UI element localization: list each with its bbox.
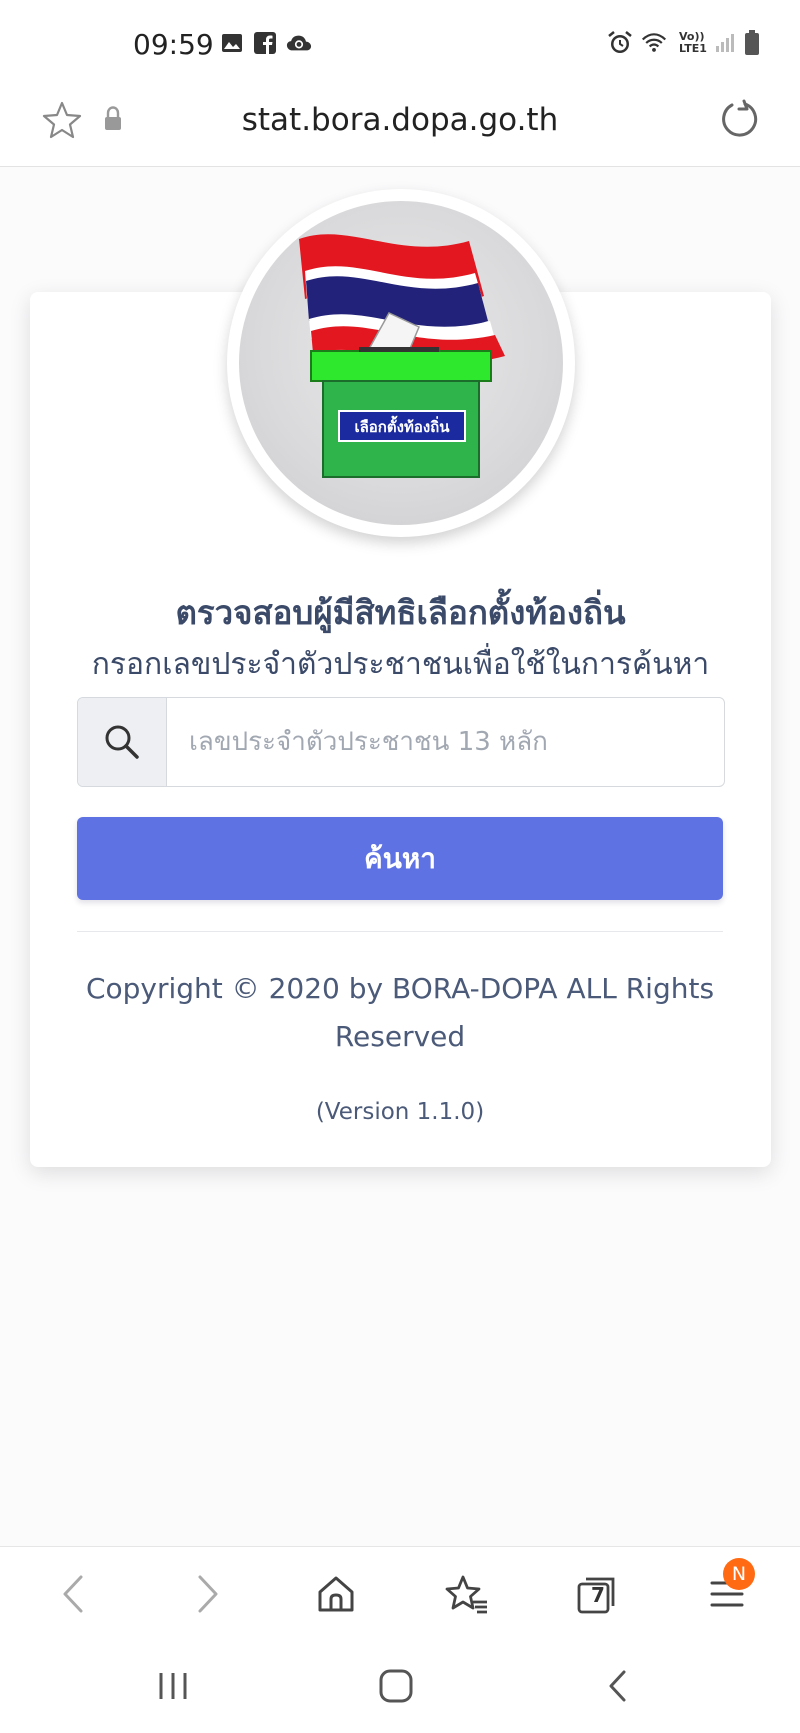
page-title: ตรวจสอบผู้มีสิทธิเลือกตั้งท้องถิ่น	[175, 593, 626, 632]
divider	[77, 931, 723, 932]
copyright-text: Copyright © 2020 by BORA-DOPA ALL Rights…	[77, 965, 723, 1061]
search-button[interactable]: ค้นหา	[77, 817, 723, 900]
browser-bottom-bar	[0, 1546, 800, 1642]
version-text: (Version 1.1.0)	[315, 1099, 485, 1125]
back-icon[interactable]	[48, 1568, 100, 1620]
thai-flag-ballot-illustration: เลือกตั้งท้องถิ่น	[299, 234, 505, 478]
tab-count: 7	[591, 1583, 605, 1607]
lte-label: LTE1	[679, 42, 707, 55]
image-icon	[219, 30, 245, 56]
copyright-line-2: Reserved	[334, 1020, 466, 1053]
menu-badge: N	[723, 1558, 755, 1590]
alarm-icon	[607, 30, 633, 56]
election-logo: เลือกตั้งท้องถิ่น	[239, 201, 563, 525]
system-back-icon[interactable]	[606, 1669, 630, 1707]
copyright-line-1: Copyright © 2020 by BORA-DOPA ALL Rights	[85, 972, 715, 1005]
signal-icon	[712, 30, 738, 56]
reload-icon[interactable]	[718, 98, 760, 144]
url-text[interactable]: stat.bora.dopa.go.th	[0, 102, 800, 138]
recents-icon[interactable]	[156, 1671, 190, 1705]
home-icon[interactable]	[310, 1568, 362, 1620]
bookmarks-icon[interactable]	[441, 1568, 493, 1620]
wifi-icon	[641, 30, 667, 56]
volte-indicator: Vo)) LTE1	[679, 31, 713, 55]
id-search-group	[77, 697, 725, 787]
battery-icon	[739, 30, 765, 56]
page-subtitle: กรอกเลขประจำตัวประชาชนเพื่อใช้ในการค้นหา	[91, 647, 710, 682]
search-icon	[78, 698, 167, 786]
forward-icon[interactable]	[181, 1568, 233, 1620]
cloud-sync-icon	[286, 30, 312, 56]
status-time: 09:59	[133, 28, 214, 61]
ballot-box-label: เลือกตั้งท้องถิ่น	[354, 415, 450, 436]
facebook-icon	[252, 30, 278, 56]
home-button-icon[interactable]	[378, 1669, 414, 1707]
citizen-id-input[interactable]	[167, 698, 724, 786]
